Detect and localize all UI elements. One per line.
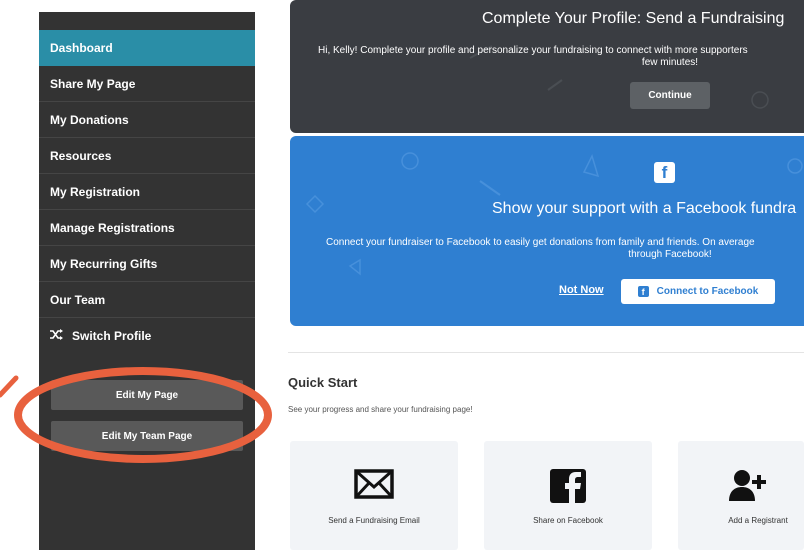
shuffle-icon	[50, 329, 64, 343]
facebook-banner: f Show your support with a Facebook fund…	[290, 136, 804, 326]
add-user-icon	[729, 469, 767, 506]
sidebar-item-label: Our Team	[50, 292, 106, 307]
sidebar-item-manage-registrations[interactable]: Manage Registrations	[39, 210, 255, 246]
connect-to-facebook-label: Connect to Facebook	[656, 286, 759, 297]
facebook-icon	[550, 469, 586, 508]
sidebar-item-label: Manage Registrations	[50, 220, 175, 235]
continue-button[interactable]: Continue	[630, 82, 710, 109]
envelope-icon	[354, 469, 394, 504]
profile-banner-text: Hi, Kelly! Complete your profile and per…	[318, 45, 748, 56]
sidebar-item-my-recurring-gifts[interactable]: My Recurring Gifts	[39, 246, 255, 282]
sidebar-item-resources[interactable]: Resources	[39, 138, 255, 174]
send-fundraising-email-card[interactable]: Send a Fundraising Email	[290, 441, 458, 550]
sidebar-item-switch-profile[interactable]: Switch Profile	[39, 318, 255, 354]
sidebar-item-my-registration[interactable]: My Registration	[39, 174, 255, 210]
sidebar-item-label: Dashboard	[50, 40, 113, 55]
card-label: Share on Facebook	[533, 516, 603, 525]
share-on-facebook-card[interactable]: Share on Facebook	[484, 441, 652, 550]
profile-banner-text-2: few minutes!	[641, 57, 699, 68]
edit-my-team-page-button[interactable]: Edit My Team Page	[51, 421, 243, 451]
sidebar: Dashboard Share My Page My Donations Res…	[39, 12, 255, 550]
profile-banner-title: Complete Your Profile: Send a Fundraisin…	[482, 10, 785, 27]
sidebar-item-my-donations[interactable]: My Donations	[39, 102, 255, 138]
sidebar-item-share-my-page[interactable]: Share My Page	[39, 66, 255, 102]
edit-my-page-button[interactable]: Edit My Page	[51, 380, 243, 410]
card-label: Add a Registrant	[728, 516, 788, 525]
quick-start-title: Quick Start	[288, 375, 358, 390]
facebook-banner-text: Connect your fundraiser to Facebook to e…	[326, 237, 755, 248]
sidebar-item-label: Switch Profile	[72, 329, 152, 343]
facebook-banner-text-2: through Facebook!	[628, 249, 712, 260]
add-registrant-card[interactable]: Add a Registrant	[678, 441, 804, 550]
facebook-icon: f	[654, 162, 675, 183]
sidebar-item-label: Share My Page	[50, 76, 136, 91]
sidebar-item-label: My Donations	[50, 112, 129, 127]
facebook-icon: f	[637, 286, 649, 297]
sidebar-item-label: My Registration	[50, 184, 141, 199]
divider	[288, 352, 804, 353]
card-label: Send a Fundraising Email	[328, 516, 420, 525]
connect-to-facebook-button[interactable]: f Connect to Facebook	[621, 279, 775, 304]
facebook-banner-title: Show your support with a Facebook fundra	[492, 200, 797, 217]
sidebar-item-our-team[interactable]: Our Team	[39, 282, 255, 318]
quick-start-subtitle: See your progress and share your fundrai…	[288, 405, 473, 414]
sidebar-item-dashboard[interactable]: Dashboard	[39, 30, 255, 66]
not-now-link[interactable]: Not Now	[559, 284, 604, 296]
sidebar-item-label: Resources	[50, 148, 112, 163]
profile-banner: Complete Your Profile: Send a Fundraisin…	[290, 0, 804, 133]
sidebar-item-label: My Recurring Gifts	[50, 256, 158, 271]
